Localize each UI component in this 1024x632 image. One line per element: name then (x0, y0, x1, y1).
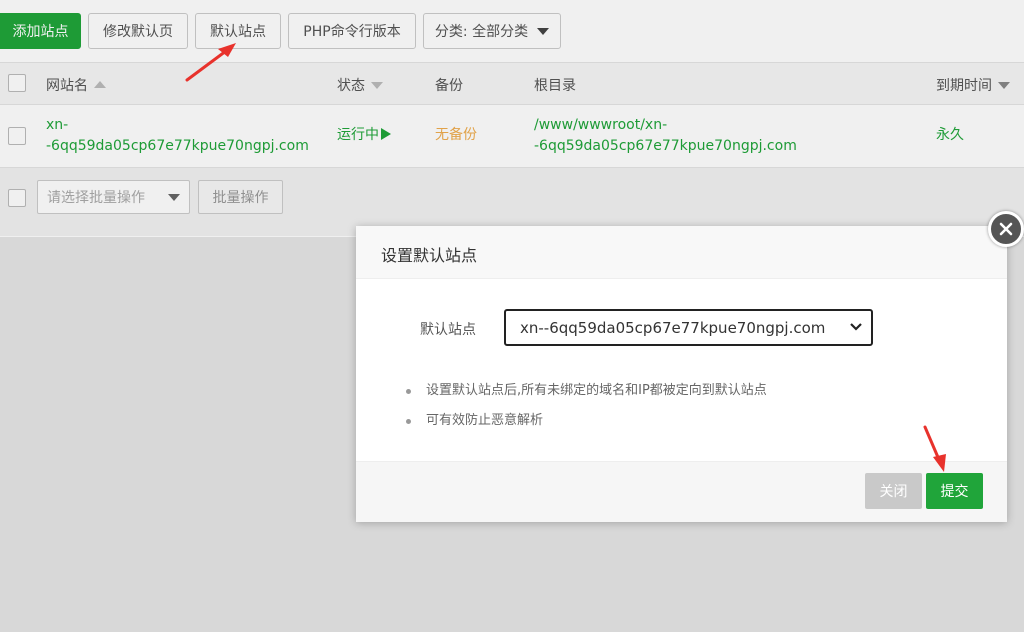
arrow-icon (923, 425, 946, 472)
annotation-arrows (185, 43, 946, 472)
arrow-icon (185, 43, 236, 82)
